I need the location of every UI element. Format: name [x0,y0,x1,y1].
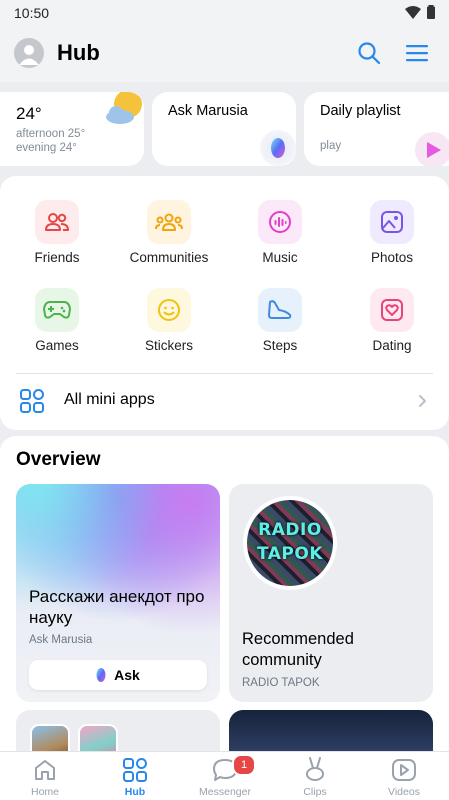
app-communities[interactable]: Communities [114,200,224,265]
community-card-source: RADIO TAPOK [242,677,320,689]
app-label: Communities [129,250,209,265]
app-games[interactable]: Games [2,288,112,353]
logo-text-top: RADIO [258,520,322,540]
marusia-card-source: Ask Marusia [29,634,93,646]
tab-label: Videos [388,786,420,798]
photos-icon [370,200,414,244]
clips-icon [306,757,324,781]
games-icon [35,288,79,332]
community-logo: RADIO TAPOK [243,496,337,590]
community-card-title: Recommended community [242,630,354,669]
app-label: Games [35,338,79,353]
page-title: Hub [57,40,100,65]
tab-videos[interactable]: Videos [359,752,449,800]
app-label: Steps [262,338,298,353]
community-card[interactable]: RADIO TAPOK Recommended community RADIO … [229,484,433,702]
marusia-question: Расскажи анекдот про науку [29,587,205,627]
afternoon-forecast: afternoon 25° [16,128,86,140]
tab-label: Clips [303,786,327,798]
play-icon [415,132,449,166]
widgets-row: 24° afternoon 25° evening 24° Ask Marusi… [0,92,449,168]
home-icon [35,760,55,780]
evening-forecast: evening 24° [16,142,77,154]
all-mini-apps-button[interactable]: All mini apps [0,374,449,428]
status-bar: 10:50 [0,0,449,26]
steps-icon [258,288,302,332]
battery-icon [427,5,435,19]
app-friends[interactable]: Friends [2,200,112,265]
playlist-widget-subtitle: play [320,140,342,152]
video-card[interactable] [229,710,433,756]
app-header: Hub [0,26,449,82]
marusia-widget[interactable]: Ask Marusia [152,92,296,166]
marusia-orb-icon [260,130,296,166]
games-card[interactable] [16,710,220,756]
marusia-widget-title: Ask Marusia [168,103,248,119]
unread-badge: 1 [232,754,256,776]
app-music[interactable]: Music [225,200,335,265]
tab-label: Hub [124,786,146,798]
tab-label: Home [30,786,59,798]
friends-icon [35,200,79,244]
app-label: Photos [370,250,414,265]
overview-section: Overview Расскажи анекдот про науку Ask … [0,436,449,756]
stickers-icon [147,288,191,332]
search-icon [358,42,381,65]
ask-button-label: Ask [114,667,140,683]
weather-widget[interactable]: 24° afternoon 25° evening 24° [0,92,144,166]
app-label: Friends [34,250,80,265]
hub-icon [123,758,147,782]
menu-button[interactable] [403,39,431,67]
tab-messenger[interactable]: Messenger 1 [180,752,270,800]
playlist-widget[interactable]: Daily playlist play [304,92,449,166]
partly-cloudy-icon [106,92,142,124]
logo-text-bottom: TAPOK [256,544,324,564]
ask-button[interactable]: Ask [29,660,207,690]
tab-home[interactable]: Home [0,752,90,800]
playlist-widget-title: Daily playlist [320,103,401,119]
search-button[interactable] [355,39,383,67]
music-icon [258,200,302,244]
app-label: Dating [372,338,412,353]
chevron-right-icon [419,395,426,407]
marusia-orb-icon [96,668,106,682]
temperature: 24° [16,104,42,123]
communities-icon [147,200,191,244]
all-mini-apps-label: All mini apps [64,391,155,408]
wifi-icon [405,5,421,19]
status-time: 10:50 [14,5,50,21]
tab-bar: Home Hub Messenger 1 Clips Videos [0,751,449,800]
tab-clips[interactable]: Clips [270,752,360,800]
mini-apps-icon [20,389,44,413]
avatar[interactable] [14,38,44,68]
app-label: Stickers [144,338,193,353]
tab-hub[interactable]: Hub [90,752,180,800]
app-stickers[interactable]: Stickers [114,288,224,353]
app-dating[interactable]: Dating [337,288,447,353]
system-icons [405,5,435,19]
dating-icon [370,288,414,332]
videos-icon [392,759,416,781]
app-steps[interactable]: Steps [225,288,335,353]
app-photos[interactable]: Photos [337,200,447,265]
marusia-card[interactable]: Расскажи анекдот про науку Ask Marusia A… [16,484,220,702]
overview-title: Overview [16,449,101,470]
app-label: Music [262,250,298,265]
apps-section: Friends Communities Music Photos Games S… [0,176,449,430]
tab-label: Messenger [199,786,251,798]
menu-icon [406,45,428,62]
